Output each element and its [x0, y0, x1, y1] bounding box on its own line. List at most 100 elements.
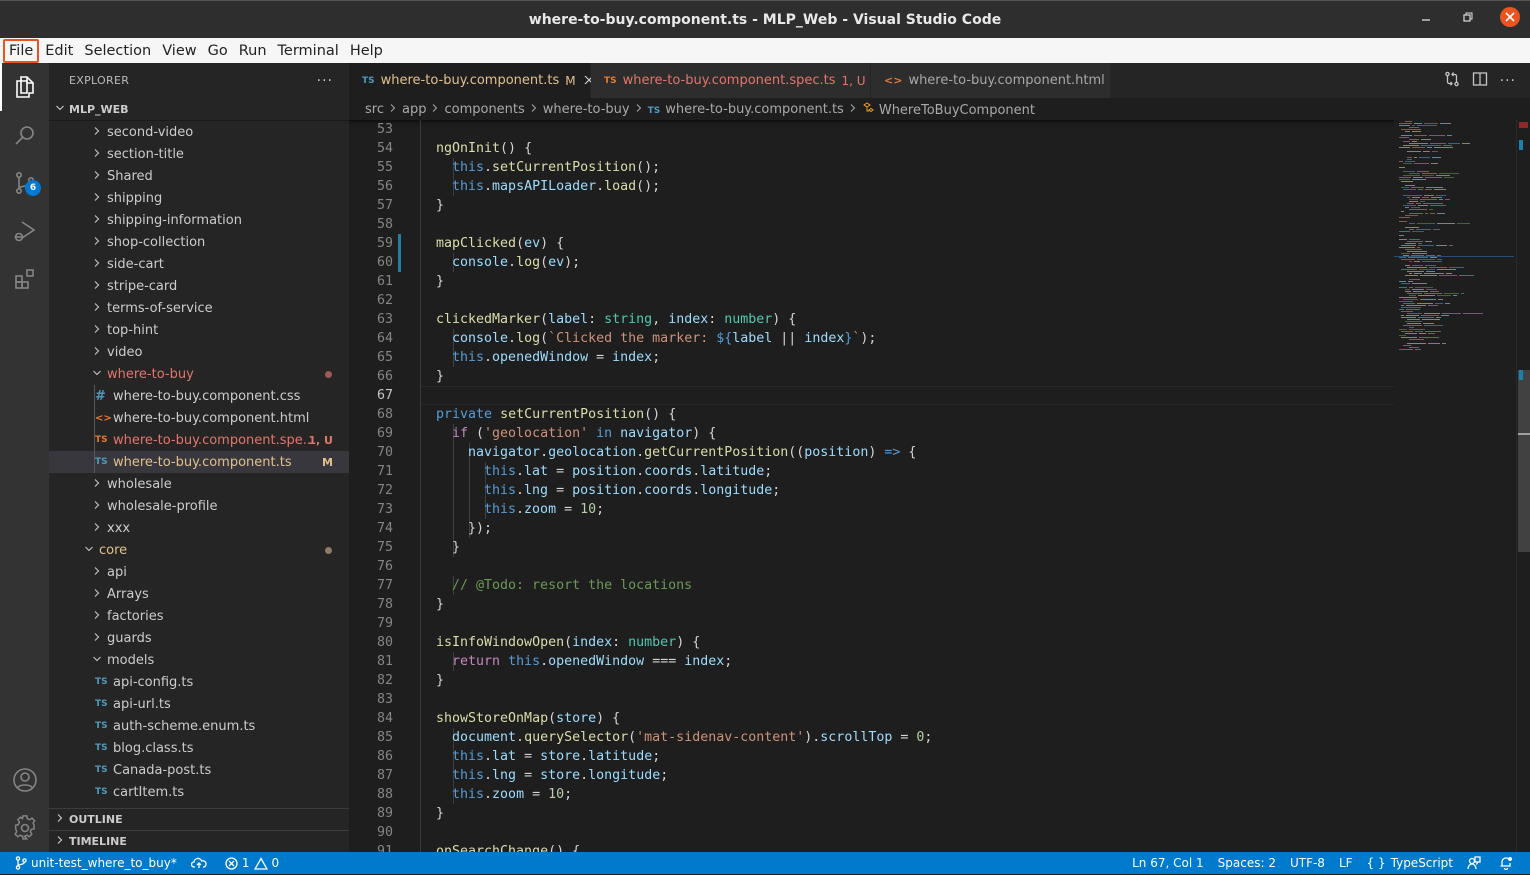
code-editor[interactable]: 53 54 ngOnInit() {55 this.setCurrentPositio… — [349, 120, 1394, 852]
tree-folder[interactable]: shipping — [49, 187, 349, 209]
minimap-line — [1405, 265, 1410, 266]
vertical-scrollbar[interactable] — [1516, 120, 1530, 852]
menu-file[interactable]: File — [3, 38, 40, 63]
breadcrumb-item[interactable]: WhereToBuyComponent — [862, 101, 1035, 118]
tree-folder[interactable]: shipping-information — [49, 209, 349, 231]
breadcrumb-item[interactable]: components — [444, 102, 524, 117]
open-changes-button[interactable] — [1444, 71, 1460, 91]
minimap-line — [1409, 209, 1427, 210]
tree-file[interactable]: TS api-config.ts — [49, 671, 349, 693]
close-window-button[interactable] — [1500, 7, 1520, 27]
menu-help[interactable]: Help — [345, 40, 388, 62]
tree-folder[interactable]: core — [49, 539, 349, 561]
minimap-line — [1403, 205, 1416, 206]
menu-go[interactable]: Go — [203, 40, 233, 62]
tree-folder[interactable]: Arrays — [49, 583, 349, 605]
tree-folder[interactable]: Shared — [49, 165, 349, 187]
language-mode[interactable]: { } TypeScript — [1360, 852, 1460, 874]
menu-selection[interactable]: Selection — [79, 40, 156, 62]
tree-folder[interactable]: xxx — [49, 517, 349, 539]
tree-file[interactable]: TS where-to-buy.component.ts M — [49, 451, 349, 473]
code-token: index — [668, 312, 709, 327]
tree-file[interactable]: # where-to-buy.component.css — [49, 385, 349, 407]
activity-accounts[interactable] — [0, 756, 49, 804]
tree-file[interactable]: TS auth-scheme.enum.ts — [49, 715, 349, 737]
breadcrumb-item[interactable]: app — [402, 102, 426, 117]
tree-folder[interactable]: stripe-card — [49, 275, 349, 297]
editor-tab[interactable]: TS where-to-buy.component.spec.ts 1, U — [591, 63, 871, 98]
tree-folder[interactable]: wholesale-profile — [49, 495, 349, 517]
minimap-line — [1399, 167, 1405, 168]
tree-folder[interactable]: guards — [49, 627, 349, 649]
activity-run-debug[interactable] — [0, 207, 49, 255]
outline-section[interactable]: OUTLINE — [49, 808, 349, 830]
workspace-root[interactable]: MLP_WEB — [49, 98, 349, 120]
tree-folder[interactable]: top-hint — [49, 319, 349, 341]
code-token: index — [612, 350, 653, 365]
breadcrumb-item[interactable]: src — [365, 102, 384, 117]
minimize-button[interactable] — [1416, 7, 1436, 27]
minimap-line — [1437, 223, 1455, 224]
code-token: console — [452, 255, 509, 270]
minimap[interactable] — [1394, 120, 1514, 852]
tree-file[interactable]: TS Canada-post.ts — [49, 759, 349, 781]
notifications-button[interactable] — [1492, 852, 1524, 874]
menu-run[interactable]: Run — [234, 40, 272, 62]
editor-tab[interactable]: <> where-to-buy.component.html — [871, 63, 1111, 98]
sync-button[interactable] — [184, 852, 218, 874]
minimap-line — [1428, 305, 1438, 306]
tree-folder[interactable]: shop-collection — [49, 231, 349, 253]
code-token: this — [484, 464, 517, 479]
tree-folder[interactable]: wholesale — [49, 473, 349, 495]
problems-indicator[interactable]: 1 0 — [218, 852, 286, 874]
tree-folder[interactable]: where-to-buy — [49, 363, 349, 385]
activity-manage[interactable] — [0, 804, 49, 852]
breadcrumb-item[interactable]: where-to-buy — [543, 102, 630, 117]
activity-extensions[interactable] — [0, 255, 49, 303]
tree-file[interactable]: TS api-url.ts — [49, 693, 349, 715]
minimap-line — [1453, 295, 1457, 296]
tree-folder[interactable]: side-cart — [49, 253, 349, 275]
chevron-right-icon — [89, 346, 105, 359]
scrollbar-thumb[interactable] — [1518, 370, 1530, 552]
breadcrumb-item[interactable]: TS where-to-buy.component.ts — [648, 102, 844, 117]
code-text: document.querySelector('mat-sidenav-cont… — [452, 728, 932, 747]
tree-folder[interactable]: api — [49, 561, 349, 583]
activity-search[interactable] — [0, 111, 49, 159]
split-editor-button[interactable] — [1472, 71, 1488, 91]
activity-explorer[interactable] — [0, 63, 49, 111]
indentation[interactable]: Spaces: 2 — [1211, 852, 1283, 874]
feedback-button[interactable] — [1460, 852, 1492, 874]
tree-folder[interactable]: video — [49, 341, 349, 363]
tree-file[interactable]: TS where-to-buy.component.spe... 1, U — [49, 429, 349, 451]
more-actions-button[interactable]: ··· — [1500, 73, 1516, 89]
tree-folder[interactable]: section-title — [49, 143, 349, 165]
minimap-line — [1401, 305, 1404, 306]
chevron-right-icon — [89, 610, 105, 623]
tree-folder[interactable]: factories — [49, 605, 349, 627]
end-of-line[interactable]: LF — [1332, 852, 1360, 874]
minimap-line — [1439, 173, 1459, 174]
line-number: 72 — [376, 483, 393, 498]
code-token: lat — [524, 464, 549, 479]
menu-view[interactable]: View — [157, 40, 201, 62]
activity-source-control[interactable]: 6 — [0, 159, 49, 207]
encoding[interactable]: UTF-8 — [1283, 852, 1332, 874]
code-token: this — [484, 483, 517, 498]
maximize-button[interactable] — [1458, 7, 1478, 27]
menu-edit[interactable]: Edit — [40, 40, 78, 62]
branch-indicator[interactable]: unit-test_where_to_buy* — [8, 852, 184, 874]
cursor-position[interactable]: Ln 67, Col 1 — [1125, 852, 1211, 874]
editor-tab[interactable]: TS where-to-buy.component.ts M — [349, 63, 594, 98]
tree-folder[interactable]: models — [49, 649, 349, 671]
tree-file[interactable]: <> where-to-buy.component.html — [49, 407, 349, 429]
tree-folder[interactable]: second-video — [49, 121, 349, 143]
tree-file[interactable]: TS cartItem.ts — [49, 781, 349, 803]
timeline-section[interactable]: TIMELINE — [49, 830, 349, 852]
tree-folder[interactable]: terms-of-service — [49, 297, 349, 319]
menu-terminal[interactable]: Terminal — [273, 40, 344, 62]
more-actions-icon[interactable]: ··· — [317, 73, 333, 89]
minimap-line — [1399, 221, 1407, 222]
tree-file[interactable]: TS blog.class.ts — [49, 737, 349, 759]
minimap-line — [1424, 313, 1440, 314]
